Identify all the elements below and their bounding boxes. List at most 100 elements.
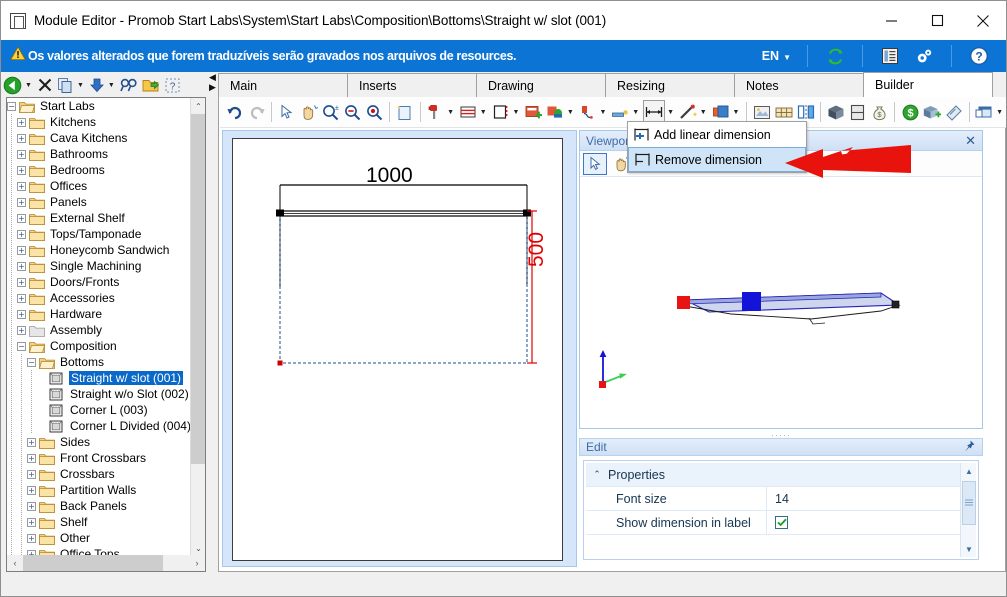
properties-group-header[interactable]: ⌃Properties [586,463,960,487]
tree-expander-icon[interactable]: − [7,102,16,111]
settings-gears-icon[interactable] [912,44,936,68]
tree-item[interactable]: Straight w/o Slot (002) [7,386,192,402]
tree-expander-icon[interactable]: − [27,358,36,367]
paint-dropdown-caret-icon[interactable]: ▼ [567,109,574,116]
drawing-sheet[interactable]: 1000 500 [232,138,563,561]
tree-item[interactable]: −Bottoms [7,354,192,370]
help-icon[interactable]: ? [967,44,991,68]
tree-item[interactable]: +Bedrooms [7,162,192,178]
scroll-right-arrow-icon[interactable]: › [189,555,205,571]
tree-expander-icon[interactable]: + [27,470,36,479]
tab-inserts[interactable]: Inserts [347,73,477,98]
tree-item[interactable]: +Bathrooms [7,146,192,162]
tree-item[interactable]: +Single Machining [7,258,192,274]
drill-dropdown-caret-icon[interactable]: ▼ [447,109,454,116]
tree-expander-icon[interactable]: + [27,438,36,447]
refresh-icon[interactable] [823,44,847,68]
maximize-button[interactable] [914,1,960,40]
paste-button[interactable] [89,77,105,93]
dollar-icon[interactable]: $ [900,100,920,124]
grooves-icon[interactable] [458,100,478,124]
tree-expander-icon[interactable]: + [17,246,26,255]
cube-icon[interactable] [826,100,846,124]
viewport-3d-canvas[interactable] [581,178,981,426]
module-tree[interactable]: −Start Labs+Kitchens+Cava Kitchens+Bathr… [7,98,192,556]
select-cursor-icon[interactable] [277,100,297,124]
scroll-up-arrow-icon[interactable]: ⌃ [191,98,206,114]
scroll-down-arrow-icon[interactable]: ⌄ [191,540,206,556]
splitter-expand-right-icon[interactable]: ▶ [209,82,216,92]
tree-expander-icon[interactable]: + [17,134,26,143]
panel-icon[interactable] [848,100,868,124]
tree-item[interactable]: +Cava Kitchens [7,130,192,146]
scroll-left-arrow-icon[interactable]: ‹ [7,555,23,571]
properties-scroll-up-icon[interactable]: ▲ [961,463,977,479]
tree-expander-icon[interactable]: + [17,294,26,303]
property-value[interactable] [766,511,960,535]
tree-item[interactable]: +Hardware [7,306,192,322]
language-selector[interactable]: EN▼ [762,49,791,63]
zoom-out-icon[interactable] [343,100,363,124]
find-button[interactable] [120,77,138,93]
minimize-button[interactable] [868,1,914,40]
tree-item[interactable]: +Honeycomb Sandwich [7,242,192,258]
tree-item[interactable]: +Tops/Tamponade [7,226,192,242]
tree-expander-icon[interactable]: − [17,342,26,351]
tree-item[interactable]: +External Shelf [7,210,192,226]
new-sheet-icon[interactable] [395,100,415,124]
back-button[interactable] [3,76,22,95]
tree-item[interactable]: +Panels [7,194,192,210]
tree-item[interactable]: Corner L Divided (004) [7,418,192,434]
pin-icon[interactable] [962,439,976,456]
tree-expander-icon[interactable]: + [17,310,26,319]
tree-item[interactable]: +Offices [7,178,192,194]
package-icon[interactable] [922,100,942,124]
tree-item[interactable]: +Accessories [7,290,192,306]
redo-icon[interactable] [247,100,267,124]
panel-splitter[interactable]: ◀ ▶ [207,72,218,572]
window-icon[interactable] [974,100,994,124]
grooves-dropdown-caret-icon[interactable]: ▼ [480,109,487,116]
money-bag-icon[interactable]: $ [870,100,890,124]
tree-item[interactable]: +Kitchens [7,114,192,130]
drill-icon[interactable] [425,100,445,124]
menu-item-remove-dimension[interactable]: Remove dimension [628,147,806,172]
edgeband-dropdown-caret-icon[interactable]: ▼ [632,109,639,116]
viewport-close-icon[interactable]: ✕ [965,133,976,149]
tab-builder[interactable]: Builder [863,72,993,98]
contour-icon[interactable] [578,100,598,124]
tree-expander-icon[interactable]: + [17,182,26,191]
tree-item[interactable]: +Other [7,530,192,546]
tree-item[interactable]: −Composition [7,338,192,354]
tree-item[interactable]: +Shelf [7,514,192,530]
delete-button[interactable] [37,77,53,93]
drawing-canvas[interactable] [233,139,564,562]
back-dropdown-caret-icon[interactable]: ▼ [25,82,32,89]
tree-expander-icon[interactable]: + [27,518,36,527]
add-machining-icon[interactable] [523,100,543,124]
tree-vertical-scrollbar[interactable]: ⌃ ⌄ [190,98,205,556]
checkbox-checked-icon[interactable] [775,516,788,529]
tree-expander-icon[interactable]: + [27,534,36,543]
paint-machining-icon[interactable] [545,100,565,124]
list-view-icon[interactable] [878,44,902,68]
tree-expander-icon[interactable]: + [17,150,26,159]
tree-item[interactable]: +Assembly [7,322,192,338]
tree-expander-icon[interactable]: + [17,262,26,271]
unknown-query-button[interactable]: ? [164,77,181,94]
tree-expander-icon[interactable]: + [17,118,26,127]
scroll-thumb[interactable] [191,114,206,464]
tab-main[interactable]: Main [218,73,348,98]
splitter-collapse-left-icon[interactable]: ◀ [209,72,216,82]
tree-expander-icon[interactable]: + [17,198,26,207]
tree-expander-icon[interactable]: + [17,214,26,223]
tab-notes[interactable]: Notes [734,73,864,98]
copy-button[interactable] [57,77,74,94]
menu-item-add-linear-dimension[interactable]: Add linear dimension [628,122,806,147]
tree-expander-icon[interactable]: + [27,454,36,463]
properties-grid[interactable]: ⌃PropertiesFont size14Show dimension in … [586,463,960,535]
copy-dropdown-caret-icon[interactable]: ▼ [77,82,84,89]
tree-expander-icon[interactable]: + [17,278,26,287]
pan-hand-icon[interactable] [299,100,319,124]
hscroll-thumb[interactable] [23,555,163,571]
